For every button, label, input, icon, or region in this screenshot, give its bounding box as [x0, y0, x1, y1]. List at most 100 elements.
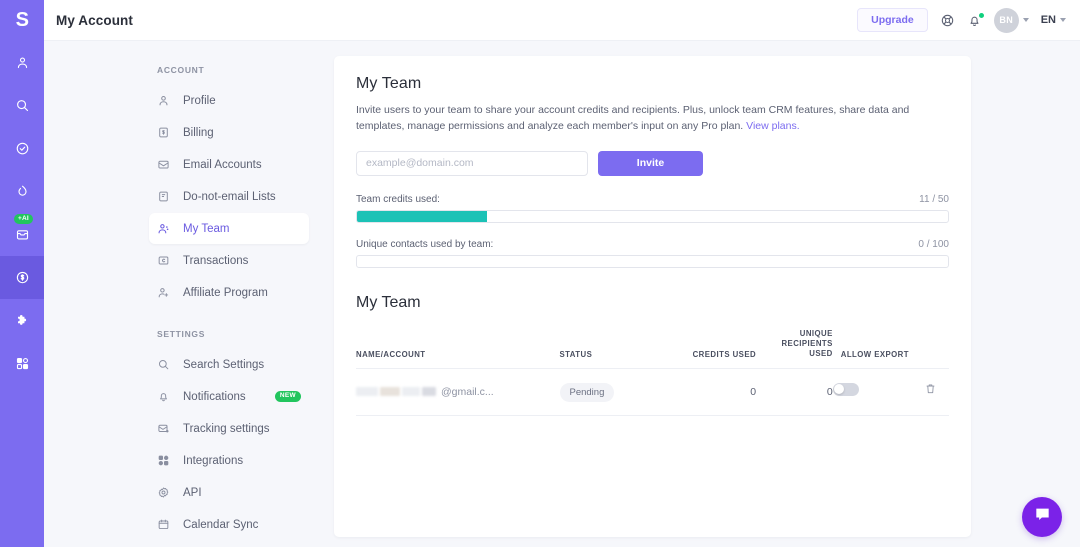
sidebar-item-profile[interactable]: Profile — [149, 85, 309, 116]
unique-contacts-meter-track — [356, 255, 949, 268]
rail-item-contacts[interactable] — [0, 41, 44, 84]
sidebar-item-label: Calendar Sync — [183, 519, 258, 531]
tracking-mail-icon — [157, 422, 171, 435]
column-header-allow-export: ALLOW EXPORT — [833, 329, 912, 369]
card-title: My Team — [356, 75, 949, 93]
team-credits-meter-value: 11 / 50 — [919, 194, 949, 205]
sidebar-item-label: Profile — [183, 95, 216, 107]
my-team-card: My Team Invite users to your team to sha… — [334, 56, 971, 537]
table-row: @gmail.c... Pending 0 0 — [356, 368, 949, 415]
column-header-unique-recipients-used: UNIQUE RECIPIENTS USED — [756, 329, 833, 369]
invite-form: Invite — [356, 151, 949, 176]
sidebar-item-label: Do-not-email Lists — [183, 191, 276, 203]
unique-contacts-meter-value: 0 / 100 — [918, 239, 949, 250]
top-bar: My Account Upgrade BN EN — [44, 0, 1080, 41]
sidebar-item-email-accounts[interactable]: Email Accounts — [149, 149, 309, 180]
rail-item-billing[interactable] — [0, 256, 44, 299]
sidebar-item-affiliate-program[interactable]: Affiliate Program — [149, 277, 309, 308]
chat-widget-button[interactable] — [1022, 497, 1062, 537]
rail-item-tasks[interactable] — [0, 127, 44, 170]
envelope-icon — [15, 227, 30, 242]
card-description-text: Invite users to your team to share your … — [356, 104, 909, 132]
notification-dot — [978, 12, 985, 19]
team-icon — [157, 222, 171, 235]
rail-item-mailbox[interactable]: +AI — [0, 213, 44, 256]
app-logo[interactable]: S — [0, 0, 44, 41]
allow-export-toggle[interactable] — [833, 383, 859, 396]
page-title: My Account — [56, 13, 133, 28]
envelope-icon — [157, 158, 171, 171]
sidebar-item-transactions[interactable]: Transactions — [149, 245, 309, 276]
team-table-header-row: NAME/ACCOUNT STATUS CREDITS USED UNIQUE … — [356, 329, 949, 369]
team-credits-meter-label: Team credits used: — [356, 194, 440, 205]
settings-sidebar-inner: ACCOUNT Profile Billing Email Accounts — [44, 65, 334, 540]
team-table: NAME/ACCOUNT STATUS CREDITS USED UNIQUE … — [356, 329, 949, 416]
rail-item-search[interactable] — [0, 84, 44, 127]
column-header-name-account: NAME/ACCOUNT — [356, 329, 560, 369]
column-header-status: STATUS — [560, 329, 674, 369]
cell-allow-export — [833, 368, 912, 415]
invite-button[interactable]: Invite — [598, 151, 703, 176]
sidebar-item-my-team[interactable]: My Team — [149, 213, 309, 244]
new-badge: NEW — [275, 391, 301, 402]
sidebar-item-do-not-email-lists[interactable]: Do-not-email Lists — [149, 181, 309, 212]
chat-bubble-icon — [1033, 505, 1052, 529]
chevron-down-icon — [1023, 18, 1029, 22]
card-description: Invite users to your team to share your … — [356, 102, 921, 135]
search-icon — [157, 358, 171, 371]
notifications-bell-icon[interactable] — [967, 13, 982, 28]
invite-email-input[interactable] — [356, 151, 588, 176]
sidebar-item-label: Tracking settings — [183, 423, 270, 435]
calendar-icon — [157, 518, 171, 531]
person-icon — [157, 94, 171, 107]
sidebar-item-label: Search Settings — [183, 359, 264, 371]
sidebar-item-billing[interactable]: Billing — [149, 117, 309, 148]
view-plans-link[interactable]: View plans. — [746, 120, 800, 132]
sidebar-item-search-settings[interactable]: Search Settings — [149, 349, 309, 380]
delete-icon[interactable] — [924, 382, 937, 396]
language-label: EN — [1041, 14, 1056, 26]
cell-status: Pending — [560, 368, 674, 415]
rail-item-list: +AI — [0, 41, 44, 385]
cell-unique-recipients-used: 0 — [756, 368, 833, 415]
redacted-name — [356, 387, 436, 396]
upgrade-button[interactable]: Upgrade — [857, 8, 928, 32]
sidebar-item-integrations[interactable]: Integrations — [149, 445, 309, 476]
gear-icon — [157, 486, 171, 499]
cell-actions — [912, 368, 949, 415]
top-bar-actions: Upgrade BN EN — [857, 8, 1066, 33]
sidebar-item-api[interactable]: API — [149, 477, 309, 508]
sidebar-item-label: Integrations — [183, 455, 243, 467]
rail-item-campaigns[interactable] — [0, 170, 44, 213]
puzzle-icon — [15, 313, 30, 328]
language-selector[interactable]: EN — [1041, 14, 1066, 26]
sidebar-item-label: Transactions — [183, 255, 248, 267]
nav-section-settings-label: SETTINGS — [157, 329, 334, 339]
avatar: BN — [994, 8, 1019, 33]
sidebar-item-label: My Team — [183, 223, 229, 235]
transactions-icon — [157, 254, 171, 267]
search-icon — [15, 98, 30, 113]
toggle-knob — [834, 384, 844, 394]
sidebar-item-calendar-sync[interactable]: Calendar Sync — [149, 509, 309, 540]
unique-contacts-meter-head: Unique contacts used by team: 0 / 100 — [356, 239, 949, 250]
help-icon[interactable] — [940, 13, 955, 28]
column-header-actions — [912, 329, 949, 369]
chevron-down-icon — [1060, 18, 1066, 22]
billing-card-icon — [157, 126, 171, 139]
sidebar-item-notifications[interactable]: Notifications NEW — [149, 381, 309, 412]
sidebar-item-label: Notifications — [183, 391, 246, 403]
check-circle-icon — [15, 141, 30, 156]
person-add-icon — [157, 286, 171, 299]
rail-item-extensions[interactable] — [0, 299, 44, 342]
rail-item-apps[interactable] — [0, 342, 44, 385]
member-email: @gmail.c... — [441, 386, 494, 398]
ai-badge: +AI — [14, 214, 33, 224]
account-menu[interactable]: BN — [994, 8, 1029, 33]
flame-icon — [15, 184, 30, 199]
sidebar-item-tracking-settings[interactable]: Tracking settings — [149, 413, 309, 444]
grid-icon — [15, 356, 30, 371]
team-credits-meter-head: Team credits used: 11 / 50 — [356, 194, 949, 205]
icon-rail: S + — [0, 0, 44, 547]
cell-name-account: @gmail.c... — [356, 368, 560, 415]
